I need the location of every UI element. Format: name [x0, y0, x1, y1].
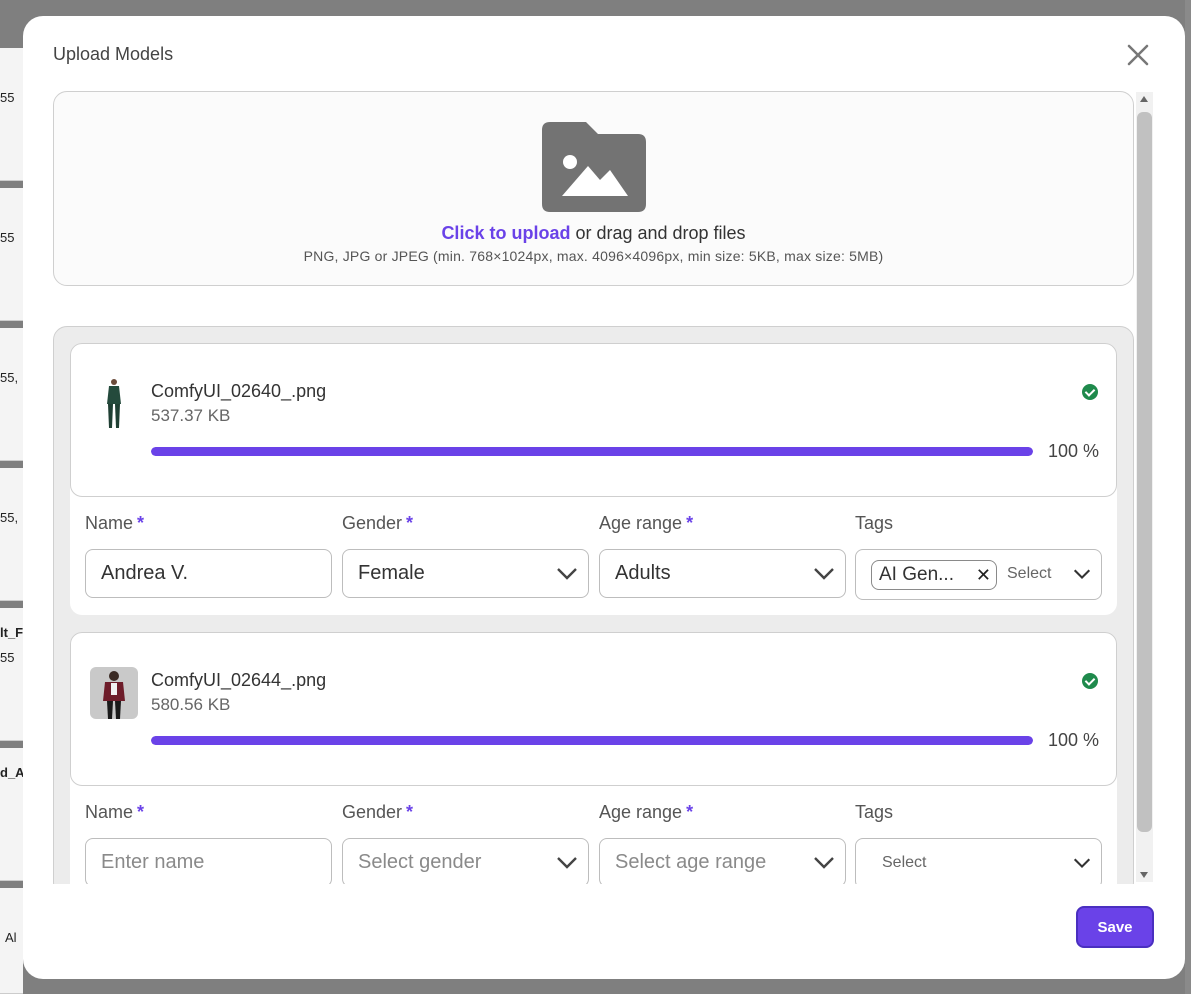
check-circle-icon [1082, 673, 1098, 689]
tags-select[interactable]: Select [855, 838, 1102, 884]
gender-field: Gender * Female [342, 513, 589, 598]
background-text: lt_F [0, 625, 24, 640]
background-card [0, 48, 23, 181]
file-dropzone[interactable]: Click to upload or drag and drop files P… [53, 91, 1134, 286]
gender-select[interactable]: Female [342, 549, 589, 598]
modal-scrollbar[interactable] [1136, 92, 1153, 882]
tags-label: Tags [855, 802, 894, 822]
image-folder-icon [542, 122, 646, 212]
background-text: d_A [0, 765, 25, 780]
file-upload-card: ComfyUI_02640_.png 537.37 KB 100 % [70, 343, 1117, 497]
chevron-down-icon [557, 857, 577, 869]
age-range-select[interactable]: Adults [599, 549, 846, 598]
age-range-field: Age range * Select age range [599, 802, 846, 884]
tags-label: Tags [855, 513, 894, 533]
chevron-down-icon [814, 857, 834, 869]
file-item: ComfyUI_02644_.png 580.56 KB 100 % Name *… [70, 632, 1117, 884]
tags-select-placeholder: Select [1007, 565, 1052, 582]
check-circle-icon [1082, 384, 1098, 400]
background-text: 55, [0, 370, 19, 385]
scroll-down-arrow-icon[interactable] [1140, 872, 1148, 878]
modal-scroll-area[interactable]: Click to upload or drag and drop files P… [53, 91, 1135, 884]
save-button[interactable]: Save [1076, 906, 1154, 948]
upload-models-modal: Upload Models Click to upload or drag an… [23, 16, 1185, 979]
background-card [0, 468, 23, 601]
file-size: 580.56 KB [151, 695, 231, 714]
scroll-up-arrow-icon[interactable] [1140, 96, 1148, 102]
dropzone-file-requirements: PNG, JPG or JPEG (min. 768×1024px, max. … [303, 248, 884, 264]
background-text: 55 [0, 230, 15, 245]
upload-progress-bar [151, 736, 1033, 745]
uploaded-files-list: ComfyUI_02640_.png 537.37 KB 100 % Name *… [53, 326, 1134, 884]
file-upload-card: ComfyUI_02644_.png 580.56 KB 100 % [70, 632, 1117, 786]
background-app-right-edge [1185, 0, 1191, 994]
close-button[interactable] [1123, 40, 1153, 70]
name-field: Name * Andrea V. [85, 513, 332, 598]
file-name: ComfyUI_02644_.png [151, 670, 327, 690]
age-range-field: Age range * Adults [599, 513, 846, 598]
file-name: ComfyUI_02640_.png [151, 381, 327, 401]
file-thumbnail [90, 667, 138, 719]
tag-chip: AI Gen... ✕ [871, 560, 997, 590]
age-range-label: Age range * [599, 513, 694, 533]
tags-select[interactable]: AI Gen... ✕ Select [855, 549, 1102, 600]
name-input[interactable]: Andrea V. [85, 549, 332, 598]
file-item: ComfyUI_02640_.png 537.37 KB 100 % Name *… [70, 343, 1117, 615]
close-icon [1127, 44, 1149, 66]
modal-title: Upload Models [53, 44, 174, 64]
upload-progress-percent: 100 % [1048, 441, 1100, 461]
upload-progress-percent: 100 % [1048, 730, 1100, 750]
tags-field: Tags Select [855, 802, 1102, 884]
chevron-down-icon [1073, 858, 1091, 869]
background-text: Al [5, 930, 17, 945]
background-card [0, 188, 23, 321]
upload-progress-bar [151, 447, 1033, 456]
name-label: Name * [85, 802, 145, 822]
name-label: Name * [85, 513, 145, 533]
dropzone-instructions: Click to upload or drag and drop files [54, 223, 1133, 244]
dropzone-drag-text: or drag and drop files [570, 223, 746, 243]
tags-select-placeholder: Select [882, 854, 927, 871]
upload-progress-fill [151, 447, 1033, 456]
chevron-down-icon [814, 568, 834, 580]
scrollbar-thumb[interactable] [1137, 112, 1152, 832]
file-size: 537.37 KB [151, 406, 231, 425]
name-input[interactable]: Enter name [85, 838, 332, 884]
chevron-down-icon [557, 568, 577, 580]
tags-field: Tags AI Gen... ✕ Select [855, 513, 1102, 600]
background-card [0, 328, 23, 461]
background-text: 55 [0, 650, 15, 665]
background-app-strip: 55 55 55, 55, lt_F 55 d_A Al [0, 0, 25, 994]
gender-field: Gender * Select gender [342, 802, 589, 884]
background-text: 55 [0, 90, 15, 105]
file-thumbnail [90, 378, 138, 430]
name-field: Name * Enter name [85, 802, 332, 884]
gender-select[interactable]: Select gender [342, 838, 589, 884]
upload-progress-fill [151, 736, 1033, 745]
chevron-down-icon [1073, 569, 1091, 580]
gender-label: Gender * [342, 513, 414, 533]
background-text: 55, [0, 510, 19, 525]
gender-label: Gender * [342, 802, 414, 822]
age-range-select[interactable]: Select age range [599, 838, 846, 884]
click-to-upload-link[interactable]: Click to upload [441, 223, 570, 243]
remove-tag-icon[interactable]: ✕ [976, 561, 991, 589]
age-range-label: Age range * [599, 802, 694, 822]
